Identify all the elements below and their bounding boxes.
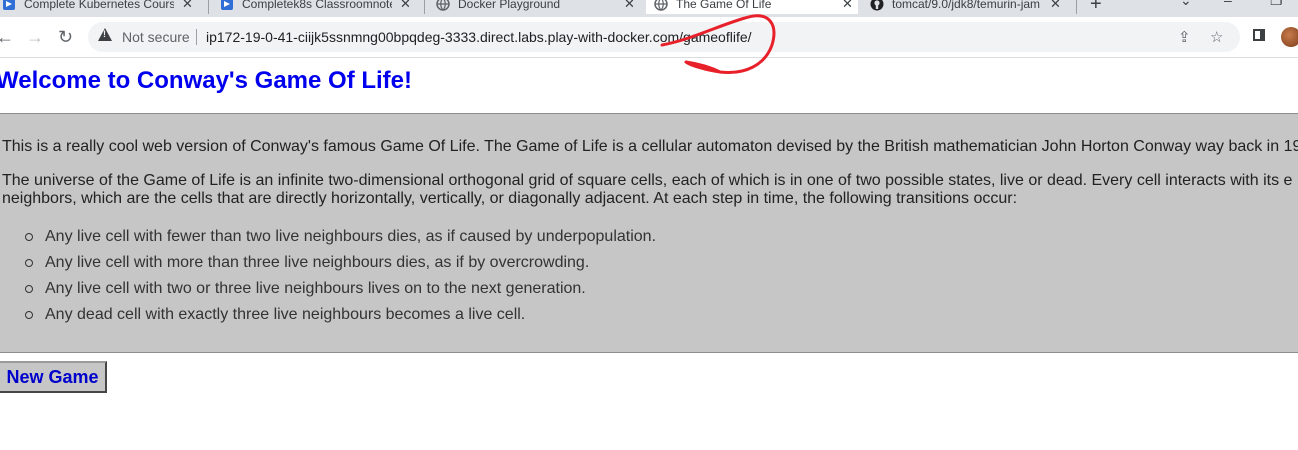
- intro-paragraph: This is a really cool web version of Con…: [2, 138, 1298, 155]
- page-content: Welcome to Conway's Game Of Life! This i…: [0, 58, 1298, 450]
- close-icon[interactable]: ✕: [624, 0, 635, 12]
- bullet-icon: [25, 259, 33, 267]
- bullet-icon: [25, 311, 33, 319]
- share-icon[interactable]: ⇪: [1178, 28, 1191, 46]
- back-arrow-icon[interactable]: ←: [0, 27, 14, 48]
- universe-paragraph-line-1: The universe of the Game of Life is an i…: [2, 172, 1293, 189]
- rule-text: Any live cell with two or three live nei…: [45, 280, 586, 297]
- tab-separator: [424, 0, 425, 14]
- page-title: Welcome to Conway's Game Of Life!: [0, 67, 413, 94]
- universe-paragraph-line-2: neighbors, which are the cells that are …: [2, 190, 1018, 207]
- bookmark-star-icon[interactable]: ☆: [1210, 28, 1223, 46]
- omnibox-divider: [196, 29, 197, 45]
- rules-list: Any live cell with fewer than two live n…: [0, 227, 656, 331]
- bullet-icon: [25, 285, 33, 293]
- bullet-icon: [25, 233, 33, 241]
- reload-icon[interactable]: ↻: [58, 27, 73, 48]
- browser-toolbar: ← → ↻ Not secure ip172-19-0-41-ciijk5ssn…: [0, 17, 1298, 58]
- rule-text: Any live cell with fewer than two live n…: [45, 228, 657, 245]
- restore-icon[interactable]: ❐: [1270, 0, 1283, 9]
- new-game-button[interactable]: New Game: [0, 361, 107, 393]
- tab-search-icon[interactable]: ⌄: [1180, 0, 1192, 9]
- profile-avatar[interactable]: [1281, 27, 1298, 47]
- security-label[interactable]: Not secure: [122, 29, 190, 45]
- github-icon: [870, 0, 884, 11]
- forward-arrow-icon[interactable]: →: [26, 27, 44, 48]
- list-item: Any dead cell with exactly three live ne…: [0, 305, 656, 331]
- tab-game-of-life[interactable]: The Game Of Life ✕: [646, 0, 858, 14]
- tab-complete-kubernetes-course[interactable]: Complete Kubernetes Course ✕: [2, 0, 202, 14]
- tab-separator: [208, 0, 209, 14]
- tab-separator: [1076, 0, 1077, 14]
- globe-icon: [436, 0, 450, 11]
- close-icon[interactable]: ✕: [842, 0, 853, 12]
- tab-strip: Complete Kubernetes Course ✕ Completek8s…: [0, 0, 1298, 17]
- rule-text: Any dead cell with exactly three live ne…: [45, 306, 526, 323]
- list-item: Any live cell with two or three live nei…: [0, 279, 656, 305]
- tab-title: tomcat/9.0/jdk8/temurin-jam: [892, 0, 1041, 11]
- close-icon[interactable]: ✕: [182, 0, 193, 12]
- new-tab-icon[interactable]: +: [1090, 0, 1102, 16]
- tab-title: The Game Of Life: [676, 0, 772, 11]
- tab-docker-playground[interactable]: Docker Playground ✕: [436, 0, 636, 14]
- warning-icon[interactable]: [98, 28, 112, 41]
- play-with-docker-icon: [2, 0, 16, 11]
- minimize-icon[interactable]: –: [1224, 0, 1232, 8]
- side-panel-icon[interactable]: [1253, 29, 1265, 41]
- tab-title: Docker Playground: [458, 0, 561, 11]
- url-text[interactable]: ip172-19-0-41-ciijk5ssnmng00bpqdeg-3333.…: [206, 29, 752, 45]
- list-item: Any live cell with fewer than two live n…: [0, 227, 656, 253]
- globe-icon: [654, 0, 668, 11]
- rule-text: Any live cell with more than three live …: [45, 254, 590, 271]
- address-bar[interactable]: Not secure ip172-19-0-41-ciijk5ssnmng00b…: [88, 22, 1240, 52]
- list-item: Any live cell with more than three live …: [0, 253, 656, 279]
- tab-title: Complete Kubernetes Course: [24, 0, 174, 11]
- divider-bottom: [0, 352, 1298, 353]
- close-icon[interactable]: ✕: [1050, 0, 1061, 12]
- tab-tomcat-github[interactable]: tomcat/9.0/jdk8/temurin-jam ✕: [870, 0, 1070, 14]
- tab-title: Completek8s Classroomnote: [242, 0, 392, 11]
- tab-completek8s-classroomnote[interactable]: Completek8s Classroomnote ✕: [220, 0, 418, 14]
- play-with-docker-icon: [220, 0, 234, 11]
- close-icon[interactable]: ✕: [400, 0, 411, 12]
